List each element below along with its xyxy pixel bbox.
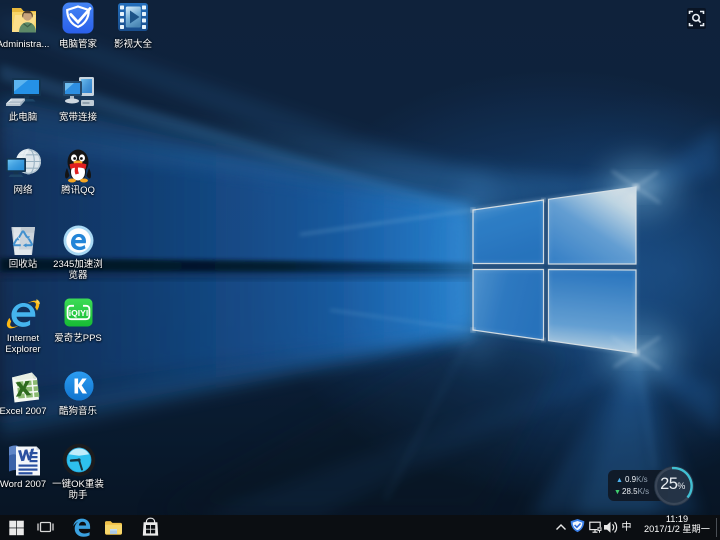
svg-text:iQIYI: iQIYI [69, 308, 89, 318]
